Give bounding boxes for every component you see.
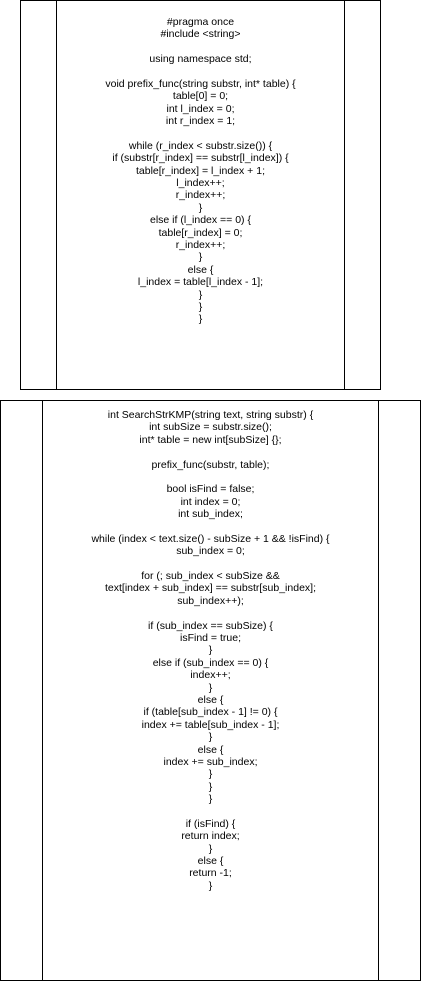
code-line: index += table[sub_index - 1]; [141,718,280,731]
code-line: table[r_index] = l_index + 1; [135,164,265,177]
right-divider [378,401,379,980]
code-line: int r_index = 1; [165,115,236,128]
code-line: int subSize = substr.size(); [149,421,272,434]
code-line: for (; sub_index < subSize && [141,570,280,583]
code-line: else { [197,855,224,868]
code-line: int SearchStrKMP(string text, string sub… [107,409,314,421]
code-line: } [208,681,213,694]
code-line: sub_index = 0; [176,545,245,558]
code-line: else if (sub_index == 0) { [152,656,269,669]
code-line: int sub_index; [178,508,243,521]
code-line: } [208,780,213,793]
code-line: int index = 0; [180,495,241,508]
code-line: else { [187,263,214,276]
kmp-search-block: int SearchStrKMP(string text, string sub… [0,400,421,981]
code-line: } [208,768,213,781]
code-line: else { [197,693,224,706]
code-line: } [208,879,213,892]
code-line: } [198,201,203,214]
code-line: using namespace std; [149,53,252,66]
code-line: r_index++; [175,239,226,252]
code-line: } [208,644,213,657]
code-line: #pragma once [166,16,235,28]
code-line: index += sub_index; [163,755,258,768]
code-line: #include <string> [160,28,241,41]
code-line: text[index + sub_index] == substr[sub_in… [104,582,316,595]
code-line: r_index++; [175,189,226,202]
code-line: else if (l_index == 0) { [150,214,251,227]
code-line: return index; [181,830,240,843]
code-line: table[0] = 0; [172,90,229,103]
code-line: if (sub_index == subSize) { [148,619,273,632]
code-line: while (index < text.size() - subSize + 1… [91,532,330,545]
code-line: } [198,313,203,326]
code-line: return -1; [189,867,232,880]
code-line: } [208,842,213,855]
code-line: if (substr[r_index] == substr[l_index]) … [112,152,289,165]
kmp-search-code: int SearchStrKMP(string text, string sub… [43,409,378,892]
code-line: sub_index++); [177,594,244,607]
code-line: if (table[sub_index - 1] != 0) { [143,706,278,719]
code-line: index++; [190,669,231,682]
code-line: table[r_index] = 0; [158,226,243,239]
code-line: if (isFind) { [185,817,236,830]
code-line: int l_index = 0; [166,102,235,115]
right-divider [344,1,345,389]
code-line: } [198,300,203,313]
prefix-func-code: #pragma once #include <string> using names… [57,16,344,326]
code-line: } [198,288,203,301]
code-line: void prefix_func(string substr, int* tab… [105,77,296,90]
code-line: bool isFind = false; [166,483,255,496]
code-line: while (r_index < substr.size()) { [128,139,273,152]
code-line: isFind = true; [180,632,241,645]
code-line: prefix_func(substr, table); [151,458,270,471]
code-line: } [208,793,213,806]
code-line: int* table = new int[subSize] {}; [139,433,282,446]
code-line: l_index++; [176,177,225,190]
code-line: } [198,251,203,264]
code-line: l_index = table[l_index - 1]; [137,276,264,289]
prefix-func-block: #pragma once #include <string> using names… [20,0,381,390]
code-line: else { [197,743,224,756]
code-line: } [208,731,213,744]
